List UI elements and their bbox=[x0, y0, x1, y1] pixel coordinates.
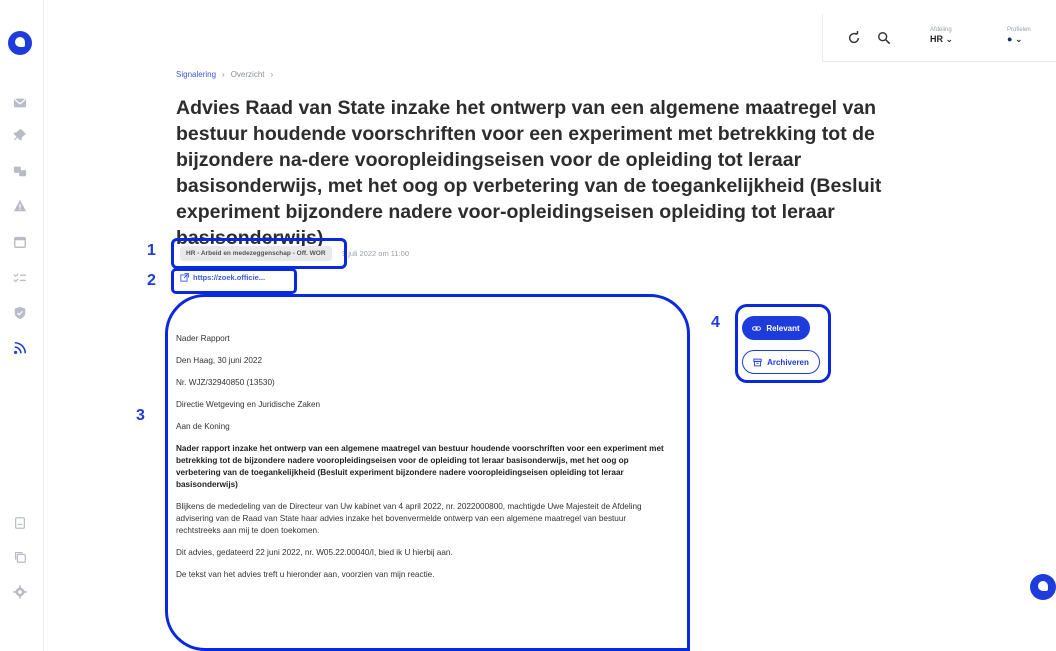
profile-label: Profielen bbox=[1007, 27, 1031, 33]
department-selector[interactable]: Afdeling HR ⌄ bbox=[930, 27, 953, 45]
callout-frame-4 bbox=[735, 304, 831, 383]
publish-date: 9 juli 2022 om 11:00 bbox=[342, 249, 409, 258]
checklist-icon[interactable] bbox=[12, 270, 28, 286]
callout-frame-3 bbox=[165, 294, 690, 651]
callout-number-2: 2 bbox=[147, 272, 156, 289]
breadcrumb-signalering[interactable]: Signalering bbox=[176, 70, 216, 79]
chevron-down-icon: ⌄ bbox=[945, 34, 954, 44]
top-toolbar: Afdeling HR ⌄ Profielen ● ⌄ bbox=[822, 14, 1056, 62]
sidebar-rail bbox=[0, 0, 44, 651]
copy-icon[interactable] bbox=[12, 549, 28, 565]
calendar-icon[interactable] bbox=[12, 234, 28, 250]
profile-selector[interactable]: Profielen ● ⌄ bbox=[1007, 27, 1031, 45]
breadcrumb: Signalering › Overzicht › bbox=[176, 70, 273, 79]
folders-icon[interactable] bbox=[12, 163, 28, 179]
refresh-icon[interactable] bbox=[847, 31, 861, 45]
document-icon[interactable] bbox=[12, 515, 28, 531]
pin-icon[interactable] bbox=[12, 127, 28, 143]
settings-gear-icon[interactable] bbox=[12, 584, 28, 600]
callout-number-1: 1 bbox=[147, 242, 156, 259]
callout-frame-2 bbox=[171, 268, 297, 294]
rss-feed-icon[interactable] bbox=[12, 340, 28, 356]
shield-icon[interactable] bbox=[12, 305, 28, 321]
search-icon[interactable] bbox=[877, 31, 891, 45]
chevron-down-icon: ⌄ bbox=[1014, 34, 1023, 44]
breadcrumb-separator: › bbox=[270, 70, 274, 79]
app-logo-icon[interactable] bbox=[8, 31, 32, 55]
profile-dot-icon: ● bbox=[1007, 34, 1013, 44]
department-value: HR bbox=[930, 34, 943, 44]
breadcrumb-overzicht[interactable]: Overzicht bbox=[231, 70, 265, 79]
warning-icon[interactable] bbox=[12, 198, 28, 214]
page-title: Advies Raad van State inzake het ontwerp… bbox=[176, 97, 882, 249]
chat-launcher-icon[interactable] bbox=[1030, 574, 1056, 600]
callout-number-3: 3 bbox=[136, 407, 145, 424]
callout-number-4: 4 bbox=[711, 314, 720, 331]
breadcrumb-separator: › bbox=[222, 70, 225, 79]
callout-frame-1 bbox=[171, 238, 347, 269]
department-label: Afdeling bbox=[930, 27, 952, 33]
mail-icon[interactable] bbox=[12, 95, 28, 111]
